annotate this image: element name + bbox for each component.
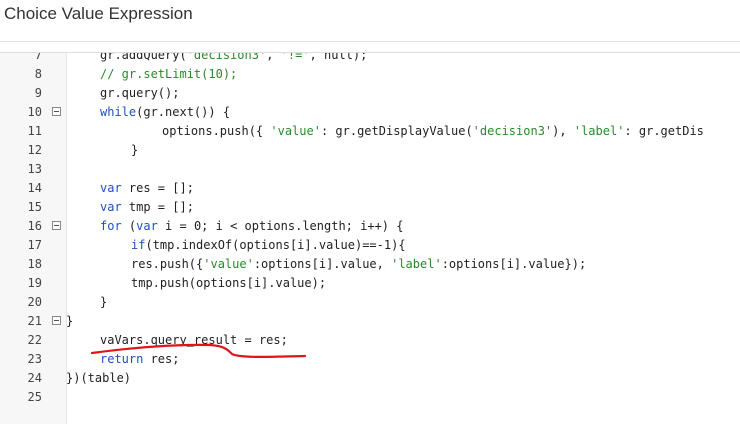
code-line: 8 // gr.setLimit(10); [0, 65, 740, 84]
code-text: var res = []; [100, 181, 194, 195]
code-text: } [66, 314, 74, 328]
code-text: } [131, 143, 139, 157]
code-line: 14 var res = []; [0, 179, 740, 198]
code-text: for (var i = 0; i < options.length; i++)… [100, 219, 404, 233]
line-number: 15 [27, 200, 42, 214]
code-text: // gr.setLimit(10); [100, 67, 238, 81]
fold-toggle-icon[interactable] [52, 107, 61, 116]
code-text: tmp.push(options[i].value); [131, 276, 327, 290]
red-underline-annotation [90, 343, 307, 358]
line-number: 19 [27, 276, 42, 290]
line-number: 22 [27, 333, 42, 347]
code-text: while(gr.next()) { [100, 105, 231, 119]
line-number: 9 [34, 86, 42, 100]
line-number: 7 [34, 52, 42, 62]
line-number: 11 [27, 124, 42, 138]
code-line: 24 })(table) [0, 369, 740, 388]
line-number: 8 [34, 67, 42, 81]
code-line: 25 [0, 388, 740, 407]
fold-toggle-icon[interactable] [52, 221, 61, 230]
line-number: 16 [27, 219, 42, 233]
code-line: 12} [0, 141, 740, 160]
code-text: var tmp = []; [100, 200, 194, 214]
line-number: 23 [27, 352, 42, 366]
code-line: 9 gr.query(); [0, 84, 740, 103]
code-text: } [100, 295, 108, 309]
code-line: 19 tmp.push(options[i].value); [0, 274, 740, 293]
code-line: 15 var tmp = []; [0, 198, 740, 217]
code-line: 16 for (var i = 0; i < options.length; i+… [0, 217, 740, 236]
dialog-header: Choice Value Expression [0, 0, 740, 42]
code-line: 10 while(gr.next()) { [0, 103, 740, 122]
code-line: 17 if(tmp.indexOf(options[i].value)==-1){ [0, 236, 740, 255]
code-line: 21} [0, 312, 740, 331]
line-number: 14 [27, 181, 42, 195]
line-number: 18 [27, 257, 42, 271]
code-text: options.push({ 'value': gr.getDisplayVal… [162, 124, 704, 138]
line-number: 25 [27, 390, 42, 404]
code-text: if(tmp.indexOf(options[i].value)==-1){ [131, 238, 406, 252]
code-line: 13 [0, 160, 740, 179]
line-number: 21 [27, 314, 42, 328]
line-number: 17 [27, 238, 42, 252]
fold-toggle-icon[interactable] [52, 316, 61, 325]
code-text: })(table) [66, 371, 132, 385]
code-line: 7 gr.addQuery('decision3', '!=', null); [0, 52, 740, 65]
page-title: Choice Value Expression [4, 4, 193, 23]
line-number: 10 [27, 105, 42, 119]
line-number: 12 [27, 143, 42, 157]
code-line: 20} [0, 293, 740, 312]
code-line: 18 res.push({'value':options[i].value, 'l… [0, 255, 740, 274]
code-editor[interactable]: 7 gr.addQuery('decision3', '!=', null); 8 /… [0, 52, 740, 424]
code-text: res.push({'value':options[i].value, 'lab… [131, 257, 587, 271]
code-line: 11 options.push({ 'value': gr.getDisplayV… [0, 122, 740, 141]
line-number: 24 [27, 371, 42, 385]
line-number: 20 [27, 295, 42, 309]
line-number: 13 [27, 162, 42, 176]
code-text: gr.query(); [100, 86, 180, 100]
code-text: gr.addQuery('decision3', '!=', null); [100, 52, 368, 62]
